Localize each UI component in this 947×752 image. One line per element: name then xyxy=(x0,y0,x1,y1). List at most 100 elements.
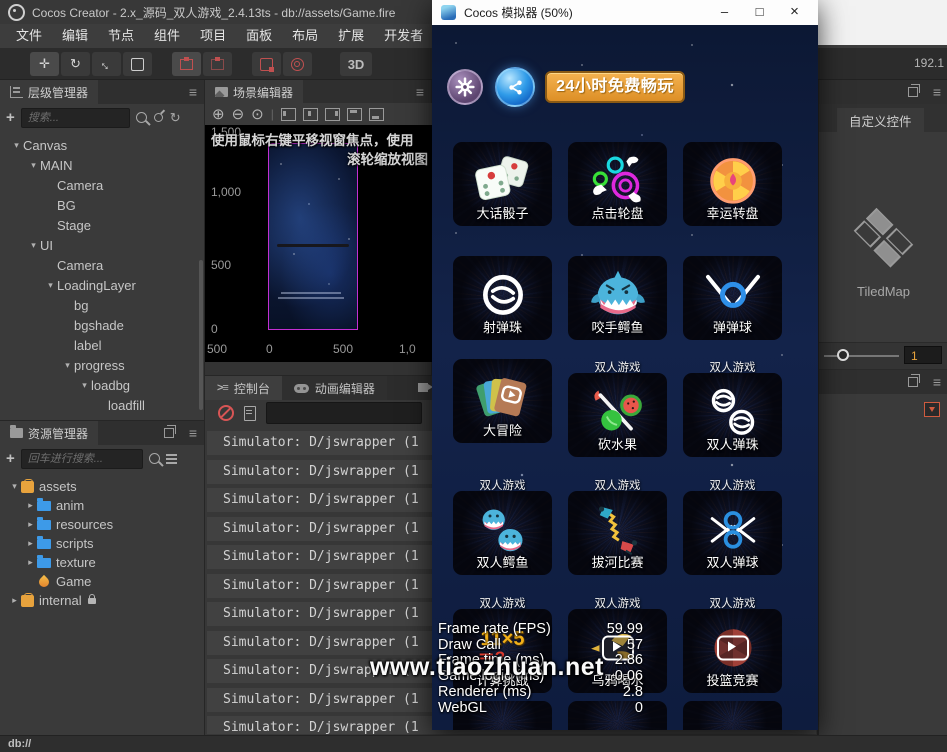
game-tile-rings[interactable]: 点击轮盘 xyxy=(568,142,667,226)
menu-item-3[interactable]: 组件 xyxy=(144,24,190,48)
menu-item-2[interactable]: 节点 xyxy=(98,24,144,48)
game-tile-partial[interactable] xyxy=(683,701,782,730)
hierarchy-node-progress[interactable]: ▾progress xyxy=(0,355,204,375)
align-left-icon[interactable] xyxy=(281,108,296,121)
hierarchy-node-stage[interactable]: Stage xyxy=(0,215,204,235)
hierarchy-node-camera[interactable]: Camera xyxy=(0,255,204,275)
tab-console[interactable]: >≡ 控制台 xyxy=(205,376,282,400)
game-tile-wheel[interactable]: 幸运转盘 xyxy=(683,142,782,226)
scale-tool-button[interactable]: ↔ xyxy=(92,52,121,76)
asset-node-scripts[interactable]: ▸scripts xyxy=(0,534,204,553)
scene-tab[interactable]: 场景编辑器 xyxy=(205,80,303,104)
tree-arrow-icon[interactable]: ▾ xyxy=(44,280,57,291)
align-center-icon[interactable] xyxy=(303,108,318,121)
right-panel-2-popout-icon[interactable] xyxy=(908,377,918,387)
hierarchy-refresh-icon[interactable]: ↻ xyxy=(170,110,181,126)
free-play-banner[interactable]: 24小时免费畅玩 xyxy=(545,71,685,103)
game-tile-croc2[interactable]: 双人游戏双人鳄鱼 xyxy=(453,477,552,575)
menu-item-0[interactable]: 文件 xyxy=(6,24,52,48)
asset-node-game[interactable]: Game xyxy=(0,572,204,591)
tree-arrow-icon[interactable]: ▾ xyxy=(8,481,21,492)
hierarchy-node-main[interactable]: ▾MAIN xyxy=(0,155,204,175)
menu-item-8[interactable]: 开发者 xyxy=(374,24,433,48)
hierarchy-node-loadinglayer[interactable]: ▾LoadingLayer xyxy=(0,275,204,295)
console-filter-input[interactable] xyxy=(266,402,422,424)
align-top-icon[interactable] xyxy=(347,108,362,121)
simulator-close-button[interactable]: × xyxy=(777,0,812,25)
game-tile-marble2[interactable]: 双人游戏双人弹珠 xyxy=(683,359,782,457)
align-bottom-icon[interactable] xyxy=(369,108,384,121)
game-tile-bounce[interactable]: 弹弹球 xyxy=(683,256,782,340)
hierarchy-node-label[interactable]: label xyxy=(0,335,204,355)
menu-item-5[interactable]: 面板 xyxy=(236,24,282,48)
right-panel-2-menu-icon[interactable]: ≡ xyxy=(933,374,941,390)
tree-arrow-icon[interactable]: ▸ xyxy=(24,538,37,549)
slider-handle[interactable] xyxy=(837,349,849,361)
dropdown-widget-icon[interactable] xyxy=(924,402,940,417)
move-tool-button[interactable]: ✛ xyxy=(30,52,59,76)
slider-track[interactable] xyxy=(824,355,899,357)
slider-value-input[interactable]: 1 xyxy=(904,346,942,364)
simulator-minimize-button[interactable]: – xyxy=(707,0,742,25)
align-right-icon[interactable] xyxy=(325,108,340,121)
assets-search-input[interactable] xyxy=(21,449,143,469)
hierarchy-search-input[interactable] xyxy=(21,108,130,128)
scene-menu-icon[interactable]: ≡ xyxy=(416,84,424,100)
hierarchy-node-loadfill[interactable]: loadfill xyxy=(0,395,204,415)
simulator-maximize-button[interactable]: □ xyxy=(742,0,777,25)
game-tile-tug[interactable]: 双人游戏拔河比赛 xyxy=(568,477,667,575)
tree-arrow-icon[interactable]: ▸ xyxy=(24,500,37,511)
tree-arrow-icon[interactable]: ▾ xyxy=(78,380,91,391)
zoom-out-icon[interactable]: ⊖ xyxy=(232,105,245,123)
tree-arrow-icon[interactable]: ▸ xyxy=(24,557,37,568)
right-panel-menu-icon[interactable]: ≡ xyxy=(933,84,941,100)
hierarchy-node-canvas[interactable]: ▾Canvas xyxy=(0,135,204,155)
hierarchy-node-bg[interactable]: BG xyxy=(0,195,204,215)
game-tile-cards[interactable]: 大冒险 xyxy=(453,359,552,457)
tree-arrow-icon[interactable]: ▸ xyxy=(24,519,37,530)
game-tile-croc[interactable]: 咬手鳄鱼 xyxy=(568,256,667,340)
game-tile-pinball2[interactable]: 双人游戏双人弹球 xyxy=(683,477,782,575)
simulator-titlebar[interactable]: Cocos 模拟器 (50%) – □ × xyxy=(432,0,818,25)
game-tile-dice[interactable]: 大话骰子 xyxy=(453,142,552,226)
tab-animation-editor[interactable]: 动画编辑器 xyxy=(282,376,387,400)
asset-node-texture[interactable]: ▸texture xyxy=(0,553,204,572)
asset-node-anim[interactable]: ▸anim xyxy=(0,496,204,515)
game-tile-fruit[interactable]: 双人游戏砍水果 xyxy=(568,359,667,457)
collapse-log-icon[interactable] xyxy=(244,406,256,421)
menu-item-7[interactable]: 扩展 xyxy=(328,24,374,48)
world-coord-button[interactable] xyxy=(283,52,312,76)
tree-arrow-icon[interactable]: ▾ xyxy=(10,140,23,151)
3d-mode-button[interactable]: 3D xyxy=(340,52,372,76)
assets-popout-icon[interactable] xyxy=(164,428,174,438)
hierarchy-search-icon[interactable] xyxy=(136,112,147,123)
hierarchy-node-camera[interactable]: Camera xyxy=(0,175,204,195)
hierarchy-tab[interactable]: 层级管理器 xyxy=(0,80,98,104)
hierarchy-node-ui[interactable]: ▾UI xyxy=(0,235,204,255)
tiledmap-widget[interactable]: TiledMap xyxy=(819,210,947,299)
assets-menu-icon[interactable]: ≡ xyxy=(189,425,197,441)
tab-custom-widgets[interactable]: 自定义控件 xyxy=(837,108,924,132)
game-tile-basket[interactable]: 双人游戏投篮竞赛 xyxy=(683,595,782,693)
settings-gear-button[interactable] xyxy=(447,69,483,105)
right-panel-popout-icon[interactable] xyxy=(908,87,918,97)
rotate-tool-button[interactable]: ↻ xyxy=(61,52,90,76)
local-coord-button[interactable] xyxy=(252,52,281,76)
anchor-mode-button[interactable] xyxy=(203,52,232,76)
scene-viewport[interactable]: 使用鼠标右键平移视窗焦点，使用 滚轮缩放视图 1,5001,0005000 xyxy=(205,125,432,338)
assets-add-button[interactable]: + xyxy=(6,450,15,467)
rect-tool-button[interactable] xyxy=(123,52,152,76)
clear-console-icon[interactable] xyxy=(218,405,234,421)
asset-node-internal[interactable]: ▸internal xyxy=(0,591,204,610)
tree-arrow-icon[interactable]: ▾ xyxy=(61,360,74,371)
tree-arrow-icon[interactable]: ▸ xyxy=(8,595,21,606)
assets-search-icon[interactable] xyxy=(149,453,160,464)
tree-arrow-icon[interactable]: ▾ xyxy=(27,160,40,171)
assets-sort-icon[interactable] xyxy=(166,454,177,456)
zoom-reset-icon[interactable]: ⊙ xyxy=(251,105,264,123)
asset-node-assets[interactable]: ▾assets xyxy=(0,477,204,496)
zoom-in-icon[interactable]: ⊕ xyxy=(212,105,225,123)
hierarchy-scrollbar[interactable] xyxy=(199,260,203,410)
game-tile-marble[interactable]: 射弹珠 xyxy=(453,256,552,340)
scene-canvas-rect[interactable] xyxy=(268,143,358,330)
